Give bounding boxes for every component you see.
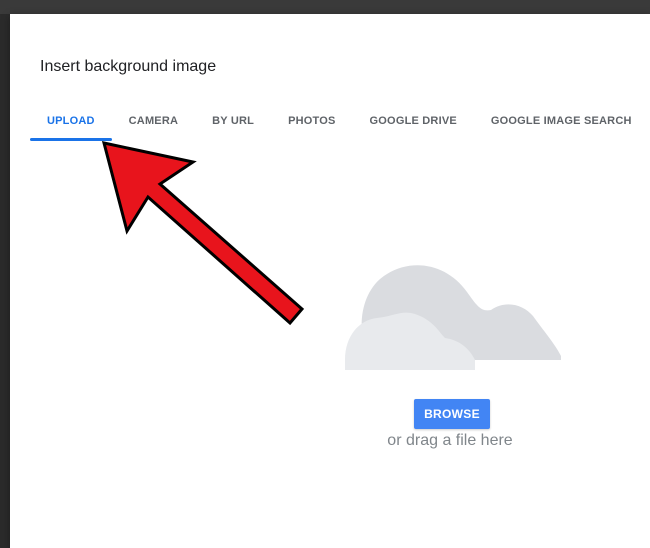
- browse-button[interactable]: BROWSE: [414, 399, 490, 429]
- tab-photos[interactable]: PHOTOS: [271, 104, 352, 138]
- drag-drop-hint: or drag a file here: [387, 432, 513, 449]
- tab-upload[interactable]: UPLOAD: [30, 104, 112, 141]
- tab-google-drive[interactable]: GOOGLE DRIVE: [353, 104, 474, 138]
- tab-google-image-search[interactable]: GOOGLE IMAGE SEARCH: [474, 104, 649, 138]
- tab-by-url[interactable]: BY URL: [195, 104, 271, 138]
- background-toolbar-strip: [0, 0, 650, 14]
- source-tabs: UPLOAD CAMERA BY URL PHOTOS GOOGLE DRIVE…: [30, 104, 649, 141]
- insert-background-dialog: Insert background image UPLOAD CAMERA BY…: [10, 14, 650, 548]
- dialog-title: Insert background image: [40, 58, 217, 75]
- cloud-icon: [345, 265, 561, 370]
- tab-camera[interactable]: CAMERA: [112, 104, 195, 138]
